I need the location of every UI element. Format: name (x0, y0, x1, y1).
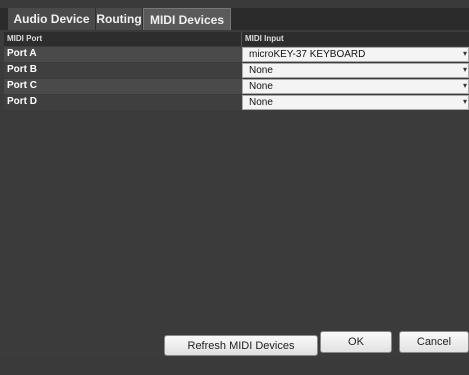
column-divider (241, 32, 242, 46)
ok-button[interactable]: OK (320, 331, 392, 353)
tab-bar-strip (0, 0, 469, 8)
chevron-down-icon: ▾ (462, 49, 467, 58)
midi-input-select[interactable]: None ▾ (242, 79, 469, 94)
chevron-down-icon: ▾ (462, 81, 467, 90)
midi-input-select[interactable]: None ▾ (242, 63, 469, 78)
port-label: Port B (7, 64, 37, 75)
column-header-midi-input: MIDI Input (245, 34, 284, 43)
midi-input-value: microKEY-37 KEYBOARD (249, 49, 366, 60)
midi-input-value: None (249, 65, 273, 76)
port-label: Port A (7, 48, 37, 59)
table-row: Port D None ▾ (4, 95, 469, 110)
port-label: Port D (7, 96, 37, 107)
table-row: Port C None ▾ (4, 79, 469, 94)
tab-audio-device[interactable]: Audio Device (8, 8, 96, 30)
chevron-down-icon: ▾ (462, 65, 467, 74)
midi-devices-panel: MIDI Port MIDI Input Port A microKEY-37 … (0, 30, 469, 375)
table-row: Port A microKEY-37 KEYBOARD ▾ (4, 47, 469, 62)
table-header: MIDI Port MIDI Input (4, 32, 469, 46)
column-header-midi-port: MIDI Port (7, 34, 43, 43)
tab-midi-devices[interactable]: MIDI Devices (143, 8, 231, 30)
midi-input-select[interactable]: None ▾ (242, 95, 469, 110)
midi-input-select[interactable]: microKEY-37 KEYBOARD ▾ (242, 47, 469, 62)
refresh-midi-devices-button[interactable]: Refresh MIDI Devices (164, 335, 318, 356)
midi-input-value: None (249, 97, 273, 108)
table-row: Port B None ▾ (4, 63, 469, 78)
tab-routing[interactable]: Routing (96, 8, 143, 30)
dialog-footer (0, 357, 469, 375)
cancel-button[interactable]: Cancel (399, 331, 469, 353)
chevron-down-icon: ▾ (462, 97, 467, 106)
tab-bar: Audio Device Routing MIDI Devices (0, 0, 469, 30)
midi-input-value: None (249, 81, 273, 92)
port-label: Port C (7, 80, 37, 91)
